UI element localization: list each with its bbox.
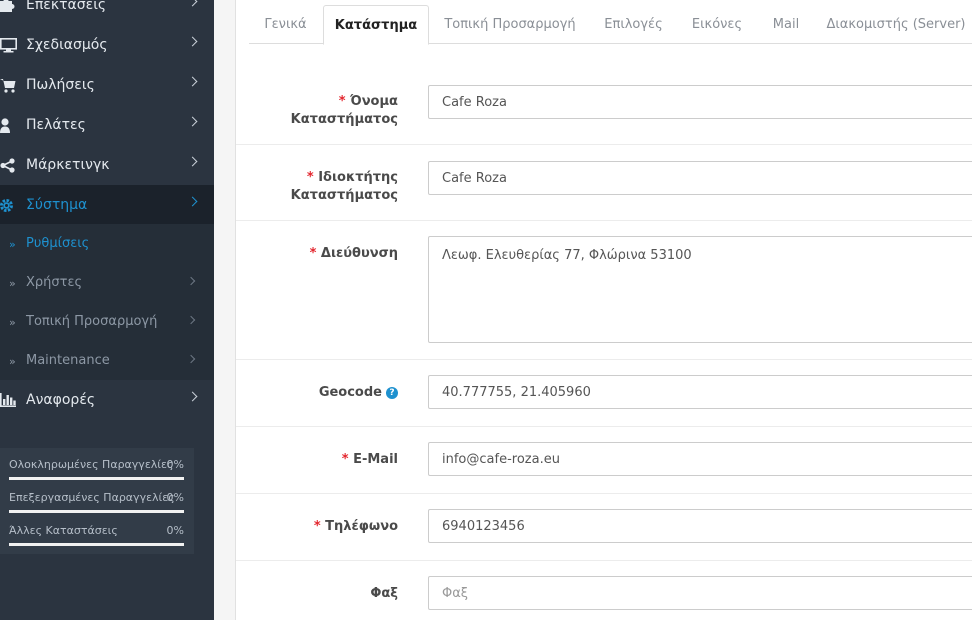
progress-bar [9,510,184,513]
sidebar-subitem-maintenance[interactable]: » Maintenance [0,341,214,380]
settings-tabs: Γενικά Κατάστημα Τοπική Προσαρμογή Επιλο… [249,5,972,45]
label-text: Όνομα [350,94,398,109]
cart-icon [0,77,18,93]
chevron-right-icon [186,315,196,325]
monitor-icon [0,37,18,53]
progress-bar [9,477,184,480]
tab-general[interactable]: Γενικά [249,5,322,44]
label-text: Geocode [318,385,382,400]
owner-input[interactable]: Cafe Roza [428,161,972,195]
sidebar-item-label: Επεκτάσεις [26,0,107,13]
fax-label: Φαξ [370,585,398,603]
tab-localisation[interactable]: Τοπική Προσαρμογή [430,5,590,44]
sidebar-item-label: Σύστημα [26,197,88,213]
double-chevron-icon: » [9,355,16,368]
stat-label: Επεξεργασμένες Παραγγελίες [9,491,175,504]
sidebar-item-extensions[interactable]: Επεκτάσεις [0,0,214,25]
divider [236,493,972,494]
email-input[interactable]: info@cafe-roza.eu [428,442,972,476]
chevron-right-icon [187,36,198,47]
share-icon [0,157,18,173]
sidebar-item-sales[interactable]: Πωλήσεις [0,65,214,105]
sidebar: Επεκτάσεις Σχεδιασμός Πωλήσεις Πελάτες Μ… [0,0,214,620]
divider [236,426,972,427]
double-chevron-icon: » [9,238,16,251]
gear-icon [0,197,18,213]
chevron-right-icon [187,196,198,207]
sidebar-item-label: Πωλήσεις [26,77,95,93]
fax-input[interactable]: Φαξ [428,576,972,610]
label-text: Τηλέφωνο [325,519,398,534]
puzzle-icon [0,0,18,13]
email-label: * E-Mail [342,451,398,469]
phone-input[interactable]: 6940123456 [428,509,972,543]
address-label: * Διεύθυνση [310,245,398,263]
required-mark: * [306,170,314,185]
sidebar-item-customers[interactable]: Πελάτες [0,105,214,145]
tab-mail[interactable]: Mail [758,5,814,44]
sidebar-subitem-label: Maintenance [26,353,110,368]
bar-chart-icon [0,392,18,408]
address-textarea[interactable]: Λεωφ. Ελευθερίας 77, Φλώρινα 53100 [428,236,972,343]
user-icon [0,117,18,133]
progress-bar [9,543,184,546]
sidebar-subitem-label: Χρήστες [26,275,83,290]
chevron-right-icon [187,76,198,87]
chevron-right-icon [187,391,198,402]
chevron-right-icon [187,0,198,7]
store-name-input[interactable]: Cafe Roza [428,85,972,119]
chevron-right-icon [187,116,198,127]
required-mark: * [338,94,346,109]
sidebar-item-design[interactable]: Σχεδιασμός [0,25,214,65]
divider [236,359,972,360]
sidebar-subitem-label: Ρυθμίσεις [26,236,90,251]
chevron-right-icon [186,354,196,364]
stat-percent: 0% [166,458,184,471]
chevron-right-icon [187,156,198,167]
divider [236,144,972,145]
chevron-right-icon [186,276,196,286]
stat-percent: 0% [166,491,184,504]
sidebar-item-system[interactable]: Σύστημα [0,185,214,225]
label-text: Καταστήματος [290,112,398,127]
sidebar-item-label: Σχεδιασμός [26,37,108,53]
geocode-label: Geocode? [319,384,398,402]
sidebar-item-label: Πελάτες [26,117,86,133]
divider [236,220,972,221]
tab-store[interactable]: Κατάστημα [323,5,429,45]
tab-images[interactable]: Εικόνες [677,5,757,44]
stat-percent: 0% [166,524,184,537]
label-text: Καταστήματος [290,188,398,203]
sidebar-item-label: Μάρκετινγκ [26,157,110,173]
sidebar-item-reports[interactable]: Αναφορές [0,380,214,420]
label-text: Διεύθυνση [320,246,398,261]
label-text: Φαξ [370,586,398,601]
required-mark: * [341,452,349,467]
sidebar-subitem-localisation[interactable]: » Τοπική Προσαρμογή [0,302,214,341]
stat-label: Άλλες Καταστάσεις [9,524,118,537]
help-icon[interactable]: ? [386,387,398,399]
sidebar-subitem-users[interactable]: » Χρήστες [0,263,214,302]
stat-label: Ολοκληρωμένες Παραγγελίες [9,458,174,471]
label-text: E-Mail [353,452,398,467]
sidebar-subitem-settings[interactable]: » Ρυθμίσεις [0,224,214,263]
tab-options[interactable]: Επιλογές [591,5,676,44]
owner-label: * Ιδιοκτήτης Καταστήματος [291,169,398,205]
sidebar-subitem-label: Τοπική Προσαρμογή [26,314,158,329]
sidebar-item-marketing[interactable]: Μάρκετινγκ [0,145,214,185]
required-mark: * [313,519,321,534]
double-chevron-icon: » [9,316,16,329]
divider [236,560,972,561]
required-mark: * [309,246,317,261]
sidebar-item-label: Αναφορές [26,392,96,408]
order-stats-panel: Ολοκληρωμένες Παραγγελίες 0% Επεξεργασμέ… [0,448,194,554]
geocode-input[interactable]: 40.777755, 21.405960 [428,375,972,409]
double-chevron-icon: » [9,277,16,290]
store-name-label: * Όνομα Καταστήματος [291,93,398,129]
tab-server[interactable]: Διακομιστής (Server) [815,5,972,44]
label-text: Ιδιοκτήτης [318,170,398,185]
phone-label: * Τηλέφωνο [314,518,398,536]
